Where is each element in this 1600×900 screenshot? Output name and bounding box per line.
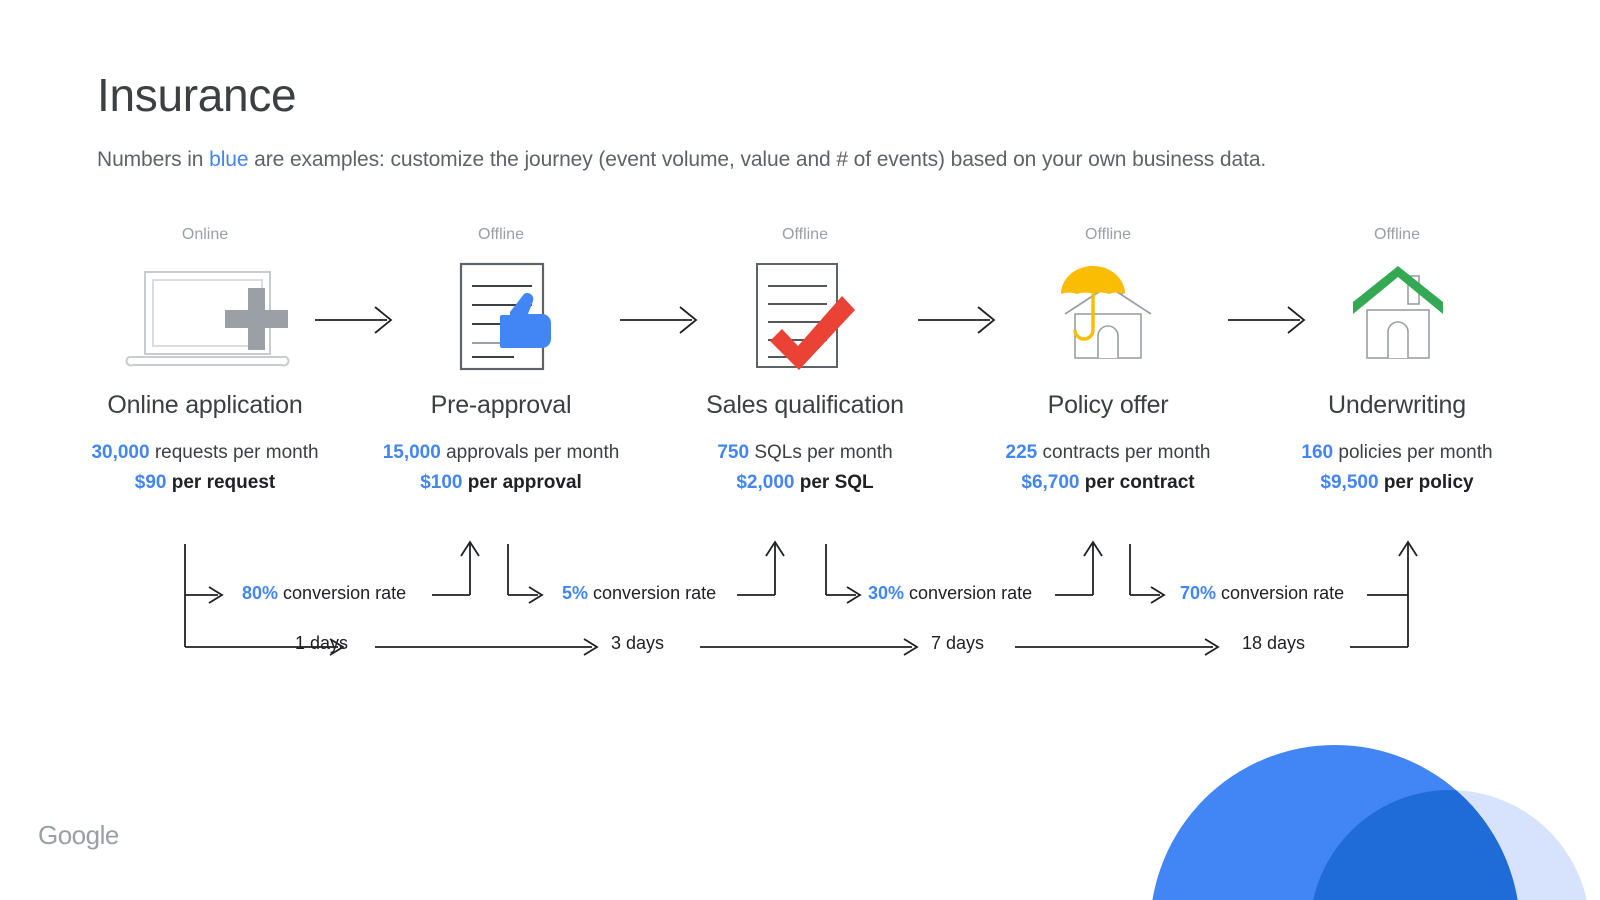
duration-3: 7 days (931, 633, 985, 653)
conversion-rate-2: 5% conversion rate (562, 583, 716, 604)
stage-value-unit: per request (171, 472, 276, 493)
stage-policy-offer: Offline Policy offer 225 contracts per m… (958, 225, 1258, 494)
stage-value-unit: per approval (467, 472, 582, 493)
stage-volume-unit: requests per month (154, 442, 319, 463)
stage-value-metric: $100 per approval (351, 472, 651, 494)
stage-value-number: $9,500 (1320, 472, 1379, 493)
umbrella-house-icon (958, 257, 1258, 377)
stage-volume-metric: 30,000 requests per month (55, 442, 355, 464)
stage-value-number: $2,000 (736, 472, 795, 493)
conversion-rate-value: 70% (1180, 583, 1217, 603)
stage-mode-label: Offline (478, 226, 524, 243)
stage-value-number: $6,700 (1021, 472, 1080, 493)
conversion-rate-1: 80% conversion rate (242, 583, 406, 604)
stage-connector-arrow-4 (1228, 306, 1306, 334)
stage-volume-unit: approvals per month (446, 442, 620, 463)
conversion-rate-value: 80% (242, 583, 279, 603)
stage-mode-label: Offline (1374, 226, 1420, 243)
stage-name: Online application (107, 391, 303, 419)
stage-mode-label: Offline (782, 226, 828, 243)
stage-connector-arrow-2 (620, 306, 698, 334)
stage-volume-number: 30,000 (91, 442, 150, 463)
stage-volume-metric: 750 SQLs per month (655, 442, 955, 464)
conversion-rate-value: 5% (562, 583, 589, 603)
stage-value-metric: $6,700 per contract (958, 472, 1258, 494)
stage-volume-number: 160 (1301, 442, 1334, 463)
stage-volume-unit: policies per month (1338, 442, 1493, 463)
stage-connector-arrow-1 (315, 306, 393, 334)
conversion-rate-label: conversion rate (593, 583, 717, 603)
stage-name: Policy offer (1047, 391, 1169, 419)
stage-name: Sales qualification (706, 391, 904, 419)
stage-volume-metric: 225 contracts per month (958, 442, 1258, 464)
stage-mode-label: Offline (1085, 226, 1131, 243)
conversion-rate-4: 70% conversion rate (1180, 583, 1344, 604)
stage-value-number: $90 (134, 472, 167, 493)
duration-1: 1 days (295, 633, 349, 653)
conversion-rate-label: conversion rate (1221, 583, 1345, 603)
conversion-flow-diagram: 80% conversion rate 5% conversion rate 3… (0, 520, 1600, 690)
google-logo: Google (38, 820, 119, 850)
stage-value-metric: $2,000 per SQL (655, 472, 955, 494)
stage-online-application: Online Online application 30,000 request… (55, 225, 355, 494)
stage-sales-qualification: Offline Sales qualification 750 SQLs per… (655, 225, 955, 494)
duration-2: 3 days (611, 633, 665, 653)
stage-value-unit: per SQL (799, 472, 874, 493)
conversion-rate-label: conversion rate (909, 583, 1033, 603)
stage-volume-number: 750 (717, 442, 750, 463)
stage-value-metric: $9,500 per policy (1247, 472, 1547, 494)
stage-volume-unit: SQLs per month (754, 442, 893, 463)
conversion-rate-3: 30% conversion rate (868, 583, 1032, 604)
stage-volume-number: 225 (1005, 442, 1038, 463)
conversion-rate-label: conversion rate (283, 583, 407, 603)
duration-4: 18 days (1242, 633, 1306, 653)
slide-canvas: Insurance Numbers in blue are examples: … (0, 0, 1600, 900)
stage-volume-metric: 160 policies per month (1247, 442, 1547, 464)
stage-value-unit: per contract (1084, 472, 1195, 493)
stage-mode-label: Online (181, 226, 229, 243)
stage-volume-number: 15,000 (382, 442, 441, 463)
stage-volume-unit: contracts per month (1042, 442, 1211, 463)
laptop-plus-icon (55, 257, 355, 377)
conversion-rate-value: 30% (868, 583, 905, 603)
stage-connector-arrow-3 (918, 306, 996, 334)
stage-underwriting: Offline Underwriting 160 policies per mo… (1247, 225, 1547, 494)
stage-volume-metric: 15,000 approvals per month (351, 442, 651, 464)
stage-pre-approval: Offline Pre-approval 15,000 approvals pe… (351, 225, 651, 494)
stage-value-number: $100 (420, 472, 463, 493)
stage-value-metric: $90 per request (55, 472, 355, 494)
stage-name: Underwriting (1328, 391, 1466, 419)
stage-name: Pre-approval (430, 391, 572, 419)
flow-connector-lines (184, 540, 1418, 656)
stage-value-unit: per policy (1383, 472, 1474, 493)
decorative-circles (1152, 745, 1587, 900)
